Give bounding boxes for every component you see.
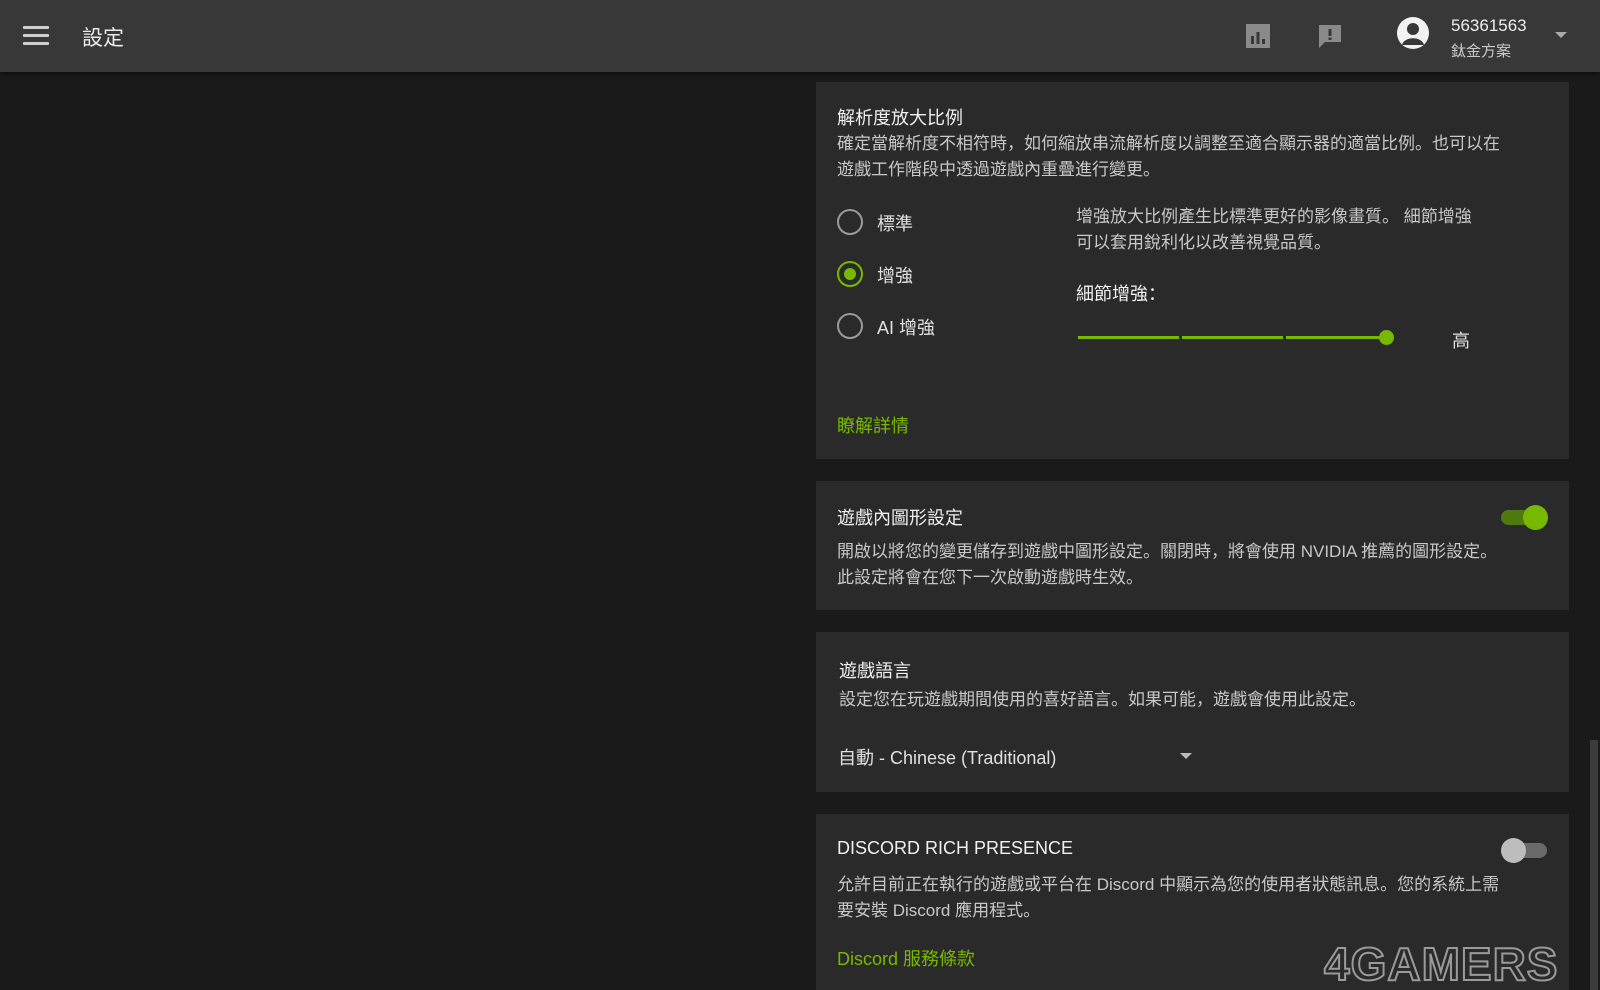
performance-chart-icon[interactable] xyxy=(1244,22,1272,50)
user-avatar-icon[interactable] xyxy=(1396,16,1430,50)
upscaling-description-line2: 遊戲工作階段中透過遊戲內重疊進行變更。 xyxy=(837,160,1160,179)
game-language-title: 遊戲語言 xyxy=(839,661,911,681)
radio-ai-enhanced-label: AI 增強 xyxy=(877,318,936,338)
game-language-selected-value: 自動 - Chinese (Traditional) xyxy=(838,748,1057,768)
ingame-graphics-title: 遊戲內圖形設定 xyxy=(837,508,963,528)
slider-segment-2 xyxy=(1182,336,1283,339)
radio-enhanced-label: 增強 xyxy=(877,266,913,286)
hamburger-menu-icon[interactable] xyxy=(23,26,49,46)
enhanced-description-line2: 可以套用銳利化以改善視覺品質。 xyxy=(1076,233,1331,252)
discord-description-line1: 允許目前正在執行的遊戲或平台在 Discord 中顯示為您的使用者狀態訊息。您的… xyxy=(837,875,1500,894)
slider-level-label: 高 xyxy=(1452,331,1470,351)
radio-standard-label: 標準 xyxy=(877,214,913,234)
ingame-graphics-description-line2: 此設定將會在您下一次啟動遊戲時生效。 xyxy=(837,568,1143,587)
detail-enhancement-label: 細節增強： xyxy=(1076,284,1166,304)
discord-toggle[interactable] xyxy=(1501,838,1547,863)
top-bar: 設定 56361563 鈦金方案 xyxy=(0,0,1600,72)
watermark-logo: 4GAMERS xyxy=(1323,938,1558,986)
user-id: 56361563 xyxy=(1451,16,1527,35)
chevron-down-icon xyxy=(1180,753,1192,759)
user-plan: 鈦金方案 xyxy=(1451,43,1512,60)
upscaling-description-line1: 確定當解析度不相符時，如何縮放串流解析度以調整至適合顯示器的適當比例。也可以在 xyxy=(837,134,1500,153)
learn-more-link[interactable]: 瞭解詳情 xyxy=(837,412,909,438)
radio-ai-enhanced[interactable] xyxy=(837,313,863,339)
upscaling-title: 解析度放大比例 xyxy=(837,108,963,128)
game-language-description: 設定您在玩遊戲期間使用的喜好語言。如果可能，遊戲會使用此設定。 xyxy=(839,690,1366,709)
ingame-graphics-toggle[interactable] xyxy=(1501,505,1548,530)
chevron-down-icon[interactable] xyxy=(1555,32,1567,38)
radio-enhanced[interactable] xyxy=(837,261,863,287)
game-language-select[interactable]: 自動 - Chinese (Traditional) xyxy=(838,740,1192,770)
upscaling-card: 解析度放大比例 確定當解析度不相符時，如何縮放串流解析度以調整至適合顯示器的適當… xyxy=(816,82,1569,459)
slider-segment-1 xyxy=(1078,336,1179,339)
radio-standard[interactable] xyxy=(837,209,863,235)
discord-terms-link[interactable]: Discord 服務條款 xyxy=(837,945,975,971)
svg-text:4GAMERS: 4GAMERS xyxy=(1324,938,1558,986)
discord-description-line2: 要安裝 Discord 應用程式。 xyxy=(837,901,1041,920)
page-title: 設定 xyxy=(82,27,124,50)
ingame-graphics-card: 遊戲內圖形設定 開啟以將您的變更儲存到遊戲中圖形設定。關閉時，將會使用 NVID… xyxy=(816,481,1569,610)
slider-segment-3 xyxy=(1286,336,1386,339)
enhanced-description-line1: 增強放大比例產生比標準更好的影像畫質。 細節增強 xyxy=(1076,207,1472,226)
ingame-graphics-description-line1: 開啟以將您的變更儲存到遊戲中圖形設定。關閉時，將會使用 NVIDIA 推薦的圖形… xyxy=(837,542,1498,561)
feedback-icon[interactable] xyxy=(1316,22,1344,50)
detail-enhancement-slider-thumb[interactable] xyxy=(1379,330,1394,345)
discord-title: DISCORD RICH PRESENCE xyxy=(837,838,1074,858)
